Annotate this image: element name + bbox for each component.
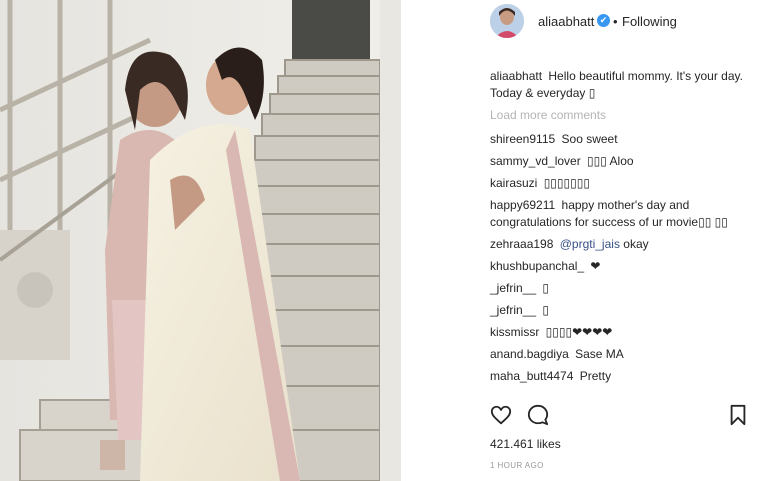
comment-username-link[interactable]: anand.bagdiya [490,347,569,361]
post-photo-illustration [0,0,401,481]
avatar[interactable] [490,4,524,38]
comment-username-link[interactable]: khushbupanchal_ [490,259,584,273]
comment-username-link[interactable]: _jefrin__ [490,303,536,317]
comment-username-link[interactable]: maha_butt4474 [490,369,573,383]
post-actions [401,404,759,432]
comment-text: okay [623,237,649,251]
comment-item: khushbupanchal_ ❤ [490,258,745,275]
comment-item: anand.bagdiya Sase MA [490,346,745,363]
comment-list: shireen9115 Soo sweet sammy_vd_lover ▯▯▯… [490,131,745,390]
header-username-link[interactable]: aliaabhatt [538,14,594,29]
comment-item: maha_butt4474 Pretty [490,368,745,385]
comment-item: kissmissr ▯▯▯▯❤❤❤❤ [490,324,745,341]
comment-item: _jefrin__ ▯ [490,302,745,319]
comment-username-link[interactable]: _jefrin__ [490,281,536,295]
comment-item: zehraaa198 @prgti_jais okay [490,236,745,253]
comment-text: ▯ [542,281,549,295]
comment-text: ▯▯▯▯▯▯▯ [543,176,590,190]
likes-count[interactable]: 421.461 likes [490,437,561,451]
separator-dot: • [613,14,618,29]
comment-username-link[interactable]: kissmissr [490,325,539,339]
avatar-image [490,4,524,38]
comment-item: _jefrin__ ▯ [490,280,745,297]
comment-text: ❤ [590,259,601,273]
post-header: aliaabhatt ✔ • Following [401,0,759,43]
comment-item: kairasuzi ▯▯▯▯▯▯▯ [490,175,745,192]
instagram-post: aliaabhatt ✔ • Following aliaabhatt Hell… [0,0,759,481]
comment-text: Sase MA [575,347,624,361]
post-side-panel: aliaabhatt ✔ • Following aliaabhatt Hell… [401,0,759,481]
post-timestamp[interactable]: 1 HOUR AGO [490,461,544,470]
comment-username-link[interactable]: happy69211 [490,198,555,212]
mention-link[interactable]: @prgti_jais [560,237,620,251]
post-caption: aliaabhatt Hello beautiful mommy. It's y… [490,68,745,102]
comment-username-link[interactable]: sammy_vd_lover [490,154,581,168]
comment-username-link[interactable]: kairasuzi [490,176,537,190]
comment-text: ▯▯▯▯❤❤❤❤ [545,325,613,339]
post-image[interactable] [0,0,401,481]
comment-text: ▯▯▯ Aloo [587,154,634,168]
comment-text: ▯ [542,303,549,317]
comment-text: Pretty [579,369,612,383]
bookmark-icon[interactable] [728,404,748,426]
comment-bubble-icon[interactable] [527,404,549,426]
comment-item: shireen9115 Soo sweet [490,131,745,148]
heart-outline-icon[interactable] [490,404,512,426]
comment-username-link[interactable]: shireen9115 [490,132,555,146]
comment-username-link[interactable]: zehraaa198 [490,237,553,251]
verified-badge-icon: ✔ [597,14,610,27]
load-more-comments-link[interactable]: Load more comments [490,108,606,122]
caption-username-link[interactable]: aliaabhatt [490,69,542,83]
following-button[interactable]: Following [622,14,677,29]
comment-item: happy69211 happy mother's day and congra… [490,197,745,231]
comment-text: Soo sweet [561,132,618,146]
comment-item: sammy_vd_lover ▯▯▯ Aloo [490,153,745,170]
